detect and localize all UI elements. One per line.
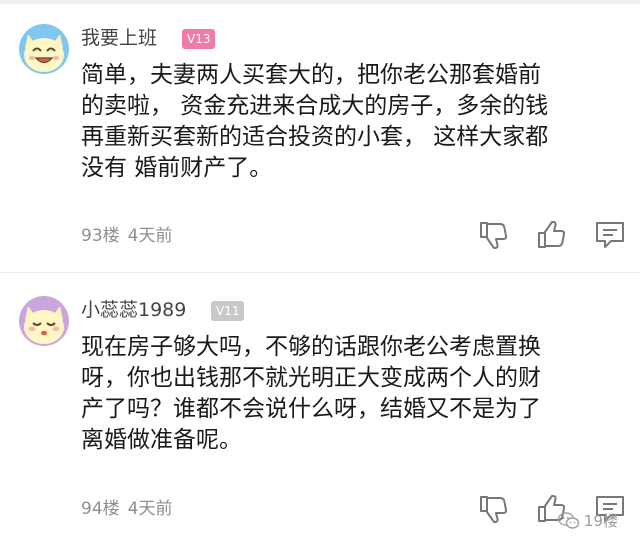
dislike-button[interactable] [478, 220, 510, 250]
thumbs-down-icon [480, 496, 508, 523]
comment-line: 再重新买套新的适合投资的小套， 这样大家都 [81, 124, 549, 150]
comment-item: 小蕊蕊1989 V11 现在房子够大吗，不够的话跟你老公考虑置换 呀，你也出钱那… [0, 282, 640, 553]
cat-avatar-icon [19, 24, 69, 74]
avatar[interactable] [19, 24, 69, 74]
comment-line: 的卖啦， 资金充进来合成大的房子，多余的钱 [81, 93, 549, 119]
watermark-text: 19楼 [583, 512, 618, 530]
wechat-icon [557, 511, 580, 529]
reply-button[interactable] [594, 220, 626, 250]
comment-line: 现在房子够大吗，不够的话跟你老公考虑置换 [81, 334, 541, 360]
comment-text: 简单，夫妻两人买套大的，把你老公那套婚前 的卖啦， 资金充进来合成大的房子，多余… [81, 60, 626, 184]
comment-line: 没有 婚前财产了。 [81, 155, 273, 181]
comment-line: 简单，夫妻两人买套大的，把你老公那套婚前 [81, 62, 541, 88]
like-button[interactable] [536, 220, 568, 250]
comment-icon [596, 222, 624, 248]
comment-line: 产了吗？谁都不会说什么呀，结婚又不是为了 [81, 396, 541, 422]
timestamp: 4天前 [127, 226, 173, 246]
floor-number: 94楼 [81, 499, 120, 519]
thumbs-down-icon [480, 222, 508, 249]
timestamp: 4天前 [127, 499, 173, 519]
comment-item: 我要上班 V13 简单，夫妻两人买套大的，把你老公那套婚前 的卖啦， 资金充进来… [0, 10, 640, 272]
username[interactable]: 我要上班 [81, 26, 157, 50]
dislike-button[interactable] [478, 494, 510, 524]
thumbs-up-icon [538, 221, 566, 248]
comment-meta: 93楼 4天前 [81, 226, 172, 246]
avatar[interactable] [19, 296, 69, 346]
watermark: 19楼 [557, 510, 618, 531]
cat-avatar-icon [19, 296, 69, 346]
top-divider [0, 0, 640, 4]
comment-meta: 94楼 4天前 [81, 499, 172, 519]
comment-line: 离婚做准备呢。 [81, 427, 242, 453]
floor-number: 93楼 [81, 226, 120, 246]
comment-line: 呀，你也出钱那不就光明正大变成两个人的财 [81, 365, 541, 391]
level-badge: V11 [211, 301, 245, 321]
level-badge: V13 [182, 29, 216, 49]
username[interactable]: 小蕊蕊1989 [81, 298, 186, 322]
comment-text: 现在房子够大吗，不够的话跟你老公考虑置换 呀，你也出钱那不就光明正大变成两个人的… [81, 332, 626, 456]
